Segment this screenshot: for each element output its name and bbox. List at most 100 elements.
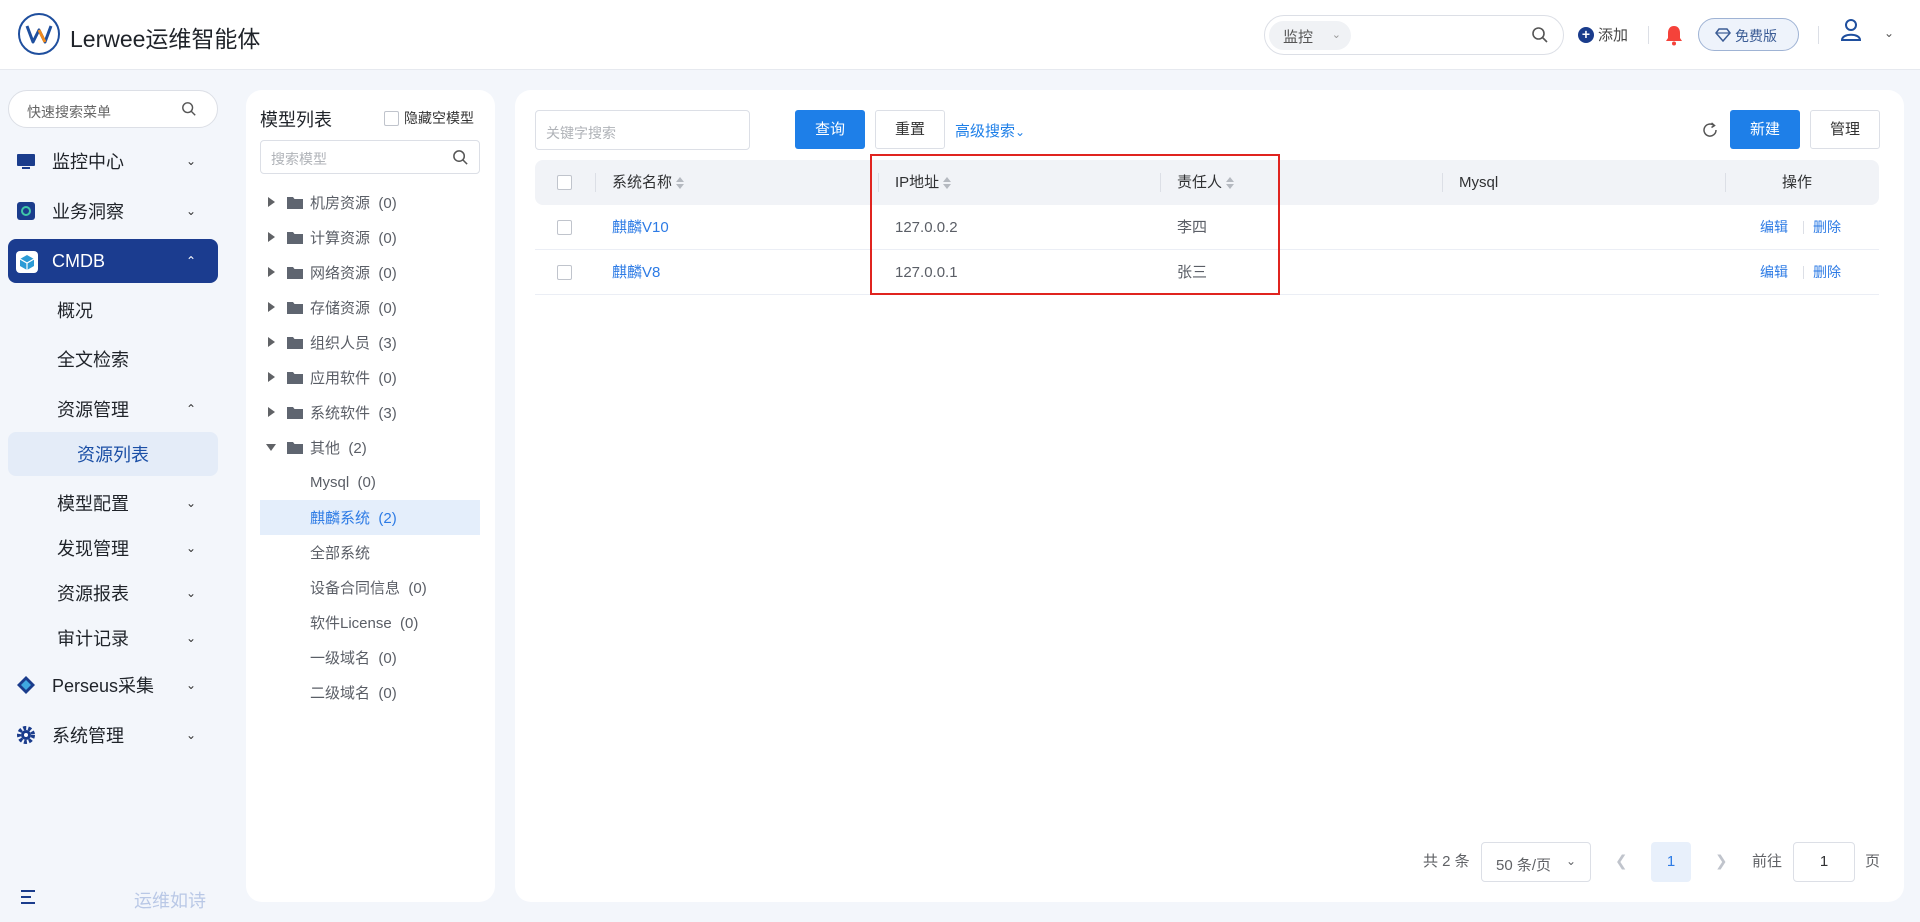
caret-right-icon[interactable]	[268, 337, 275, 347]
nav-audit-records[interactable]: 审计记录 ⌄	[8, 616, 218, 660]
tree-leaf-primary-domain[interactable]: 一级域名 (0)	[260, 640, 480, 675]
column-header-actions: 操作	[1782, 160, 1812, 205]
delete-link[interactable]: 删除	[1813, 205, 1841, 250]
bell-icon[interactable]	[1664, 24, 1684, 50]
free-edition-button[interactable]: 免费版	[1698, 18, 1799, 51]
nav-label: 模型配置	[57, 494, 129, 514]
reset-button[interactable]: 重置	[875, 110, 945, 149]
tree-leaf-secondary-domain[interactable]: 二级域名 (0)	[260, 675, 480, 710]
tree-node-storage-resources[interactable]: 存储资源 (0)	[260, 290, 480, 325]
search-icon[interactable]	[452, 149, 469, 166]
row-checkbox[interactable]	[557, 220, 572, 235]
goto-page-input[interactable]: 1	[1793, 842, 1855, 882]
column-header-system-name[interactable]: 系统名称	[612, 160, 685, 205]
tree-node-label: 设备合同信息	[310, 580, 401, 597]
advanced-search-link[interactable]: 高级搜索⌄	[955, 120, 1025, 141]
nav-resource-reports[interactable]: 资源报表 ⌄	[8, 571, 218, 615]
tree-node-count: (0)	[400, 615, 419, 632]
user-avatar-icon[interactable]	[1840, 18, 1862, 46]
nav-fulltext-search[interactable]: 全文检索	[8, 337, 218, 381]
tree-node-compute-resources[interactable]: 计算资源 (0)	[260, 220, 480, 255]
nav-system-management[interactable]: 系统管理 ⌄	[8, 713, 218, 757]
delete-link[interactable]: 删除	[1813, 250, 1841, 295]
system-name-link[interactable]: 麒麟V8	[612, 250, 660, 295]
nav-resource-management[interactable]: 资源管理 ⌃	[8, 387, 218, 431]
tree-node-org-people[interactable]: 组织人员 (3)	[260, 325, 480, 360]
column-header-mysql[interactable]: Mysql	[1459, 160, 1498, 205]
page-number-current[interactable]: 1	[1651, 842, 1691, 882]
model-search-input[interactable]: 搜索模型	[260, 140, 480, 174]
nav-model-config[interactable]: 模型配置 ⌄	[8, 481, 218, 525]
tree-leaf-device-contract[interactable]: 设备合同信息 (0)	[260, 570, 480, 605]
edit-link[interactable]: 编辑	[1760, 205, 1788, 250]
chevron-down-icon[interactable]: ⌄	[1884, 26, 1894, 40]
select-all-checkbox[interactable]	[557, 175, 572, 190]
add-button[interactable]: + 添加	[1578, 24, 1628, 45]
nav-overview[interactable]: 概况	[8, 288, 218, 332]
chevron-up-icon: ⌃	[185, 254, 196, 268]
collapse-menu-icon[interactable]	[20, 889, 38, 909]
keyword-search-input[interactable]: 关键字搜索	[535, 110, 750, 150]
tree-node-label: 其他	[310, 440, 341, 457]
query-button[interactable]: 查询	[795, 110, 865, 149]
nav-label: 业务洞察	[52, 202, 124, 222]
gear-icon	[16, 725, 36, 745]
caret-right-icon[interactable]	[268, 302, 275, 312]
new-button[interactable]: 新建	[1730, 110, 1800, 149]
caret-right-icon[interactable]	[268, 267, 275, 277]
manage-button[interactable]: 管理	[1810, 110, 1880, 149]
header-search[interactable]: 监控 ⌄	[1264, 15, 1564, 55]
folder-icon	[287, 196, 303, 213]
nav-perseus-collection[interactable]: Perseus采集 ⌄	[8, 663, 218, 707]
tree-node-count: (0)	[378, 650, 397, 667]
caret-right-icon[interactable]	[268, 197, 275, 207]
nav-business-insight[interactable]: 业务洞察 ⌄	[8, 189, 218, 233]
tree-node-other[interactable]: 其他 (2)	[260, 430, 480, 465]
chevron-down-icon: ⌄	[185, 678, 196, 692]
nav-label: CMDB	[52, 250, 105, 271]
tree-leaf-mysql[interactable]: Mysql (0)	[260, 465, 480, 500]
sidebar-slogan: 运维如诗	[134, 891, 206, 911]
tree-node-label: 一级域名	[310, 650, 371, 667]
chevron-down-icon: ⌄	[185, 586, 196, 600]
refresh-icon[interactable]	[1701, 121, 1719, 143]
caret-right-icon[interactable]	[268, 232, 275, 242]
edit-link[interactable]: 编辑	[1760, 250, 1788, 295]
system-name-link[interactable]: 麒麟V10	[612, 205, 669, 250]
tree-node-label: 麒麟系统	[310, 510, 371, 527]
prev-page-button[interactable]: ❮	[1615, 842, 1628, 882]
caret-right-icon[interactable]	[268, 407, 275, 417]
caret-down-icon[interactable]	[266, 444, 276, 451]
column-title: Mysql	[1459, 174, 1499, 191]
nav-label: 发现管理	[57, 539, 129, 559]
tree-node-room-resources[interactable]: 机房资源 (0)	[260, 185, 480, 220]
tree-node-network-resources[interactable]: 网络资源 (0)	[260, 255, 480, 290]
nav-monitoring-center[interactable]: 监控中心 ⌄	[8, 139, 218, 183]
hide-empty-models-checkbox[interactable]: 隐藏空模型	[384, 108, 474, 128]
tree-node-app-software[interactable]: 应用软件 (0)	[260, 360, 480, 395]
search-scope-select[interactable]: 监控 ⌄	[1269, 21, 1351, 50]
tree-leaf-software-license[interactable]: 软件License (0)	[260, 605, 480, 640]
next-page-button[interactable]: ❯	[1715, 842, 1728, 882]
tree-node-system-software[interactable]: 系统软件 (3)	[260, 395, 480, 430]
caret-right-icon[interactable]	[268, 372, 275, 382]
tree-leaf-kylin-system[interactable]: 麒麟系统 (2)	[260, 500, 480, 535]
tree-node-count: (0)	[378, 370, 397, 387]
tree-leaf-all-systems[interactable]: 全部系统	[260, 535, 480, 570]
search-icon[interactable]	[1531, 26, 1549, 48]
search-icon[interactable]	[181, 101, 197, 117]
nav-cmdb[interactable]: CMDB ⌃	[8, 239, 218, 283]
tree-node-label: 二级域名	[310, 685, 371, 702]
row-checkbox[interactable]	[557, 265, 572, 280]
checkbox[interactable]	[384, 110, 399, 126]
chevron-down-icon: ⌄	[185, 204, 196, 218]
folder-icon	[287, 301, 303, 318]
sort-icon[interactable]	[676, 177, 685, 190]
page-size-select[interactable]: 50 条/页 ⌄	[1481, 842, 1591, 882]
diamond-icon	[1715, 28, 1731, 42]
tree-node-label: 系统软件	[310, 405, 371, 422]
menu-search-input[interactable]: 快速搜索菜单	[8, 90, 218, 128]
nav-discovery-management[interactable]: 发现管理 ⌄	[8, 526, 218, 570]
insight-icon	[16, 201, 36, 221]
nav-resource-list[interactable]: 资源列表	[8, 432, 218, 476]
